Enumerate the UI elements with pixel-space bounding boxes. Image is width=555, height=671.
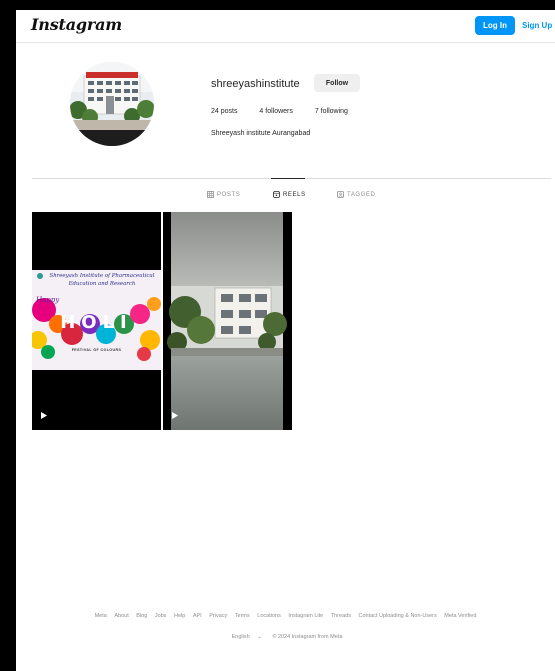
browser-viewport: Instagram Log In Sign Up shreeyashinstit… [16,10,555,671]
footer-link-locations[interactable]: Locations [257,613,281,619]
active-tab-indicator [271,178,305,179]
tab-reels[interactable]: REELS [273,191,306,198]
tab-reels-label: REELS [283,191,306,198]
grid-icon [207,191,214,198]
footer-link-meta-verified[interactable]: Meta Verified [444,613,476,619]
tab-tagged-label: TAGGED [347,191,376,198]
posts-count: 24 posts [211,108,238,115]
footer-link-contact-uploading[interactable]: Contact Uploading & Non-Users [358,613,436,619]
footer-link-threads[interactable]: Threads [331,613,351,619]
footer-link-help[interactable]: Help [174,613,185,619]
followers-count[interactable]: 4 followers [259,108,292,115]
sign-up-link[interactable]: Sign Up [522,16,552,35]
chevron-down-icon: ⌄ [257,634,262,640]
footer-link-about[interactable]: About [114,613,128,619]
profile-stats: 24 posts 4 followers 7 following [211,108,368,115]
play-icon [41,412,47,419]
footer-link-api[interactable]: API [193,613,202,619]
campus-video-frame [163,212,287,430]
reel-thumbnail-campus[interactable] [163,212,292,430]
poster-happy-text: Happy [36,296,60,304]
footer-link-meta[interactable]: Meta [95,613,107,619]
following-count[interactable]: 7 following [315,108,348,115]
tab-posts[interactable]: POSTS [207,191,240,198]
log-in-button[interactable]: Log In [475,16,515,35]
footer-link-jobs[interactable]: Jobs [155,613,167,619]
profile-bio: Shreeyash institute Aurangabad [211,130,311,137]
follow-button[interactable]: Follow [314,74,360,92]
reel-thumbnail-holi[interactable]: Shreeyash Institute of Pharmaceutical Ed… [32,212,161,430]
footer-link-terms[interactable]: Terms [235,613,250,619]
footer-link-privacy[interactable]: Privacy [209,613,227,619]
poster-tagline: FESTIVAL OF COLOURS [71,348,122,352]
play-icon [172,412,178,419]
instagram-logo[interactable]: Instagram [31,15,122,34]
copyright: © 2024 Instagram from Meta [272,634,343,640]
poster-holi-text: HOLI [60,312,133,333]
footer-link-instagram-lite[interactable]: Instagram Lite [288,613,323,619]
reels-icon [273,191,280,198]
footer-link-blog[interactable]: Blog [136,613,147,619]
poster-institute-title: Shreeyash Institute of Pharmaceutical Ed… [49,273,155,287]
footer-bottom: English ⌄ © 2024 Instagram from Meta [16,634,555,640]
tab-tagged[interactable]: TAGGED [337,191,376,198]
building-photo [70,62,154,146]
profile-username: shreeyashinstitute [211,78,300,90]
tab-posts-label: POSTS [217,191,241,198]
profile-avatar[interactable] [70,62,154,146]
language-select[interactable]: English ⌄ [229,634,265,640]
top-navigation-bar: Instagram Log In Sign Up [16,10,555,43]
footer-links: Meta About Blog Jobs Help API Privacy Te… [16,613,555,619]
tagged-icon [337,191,344,198]
